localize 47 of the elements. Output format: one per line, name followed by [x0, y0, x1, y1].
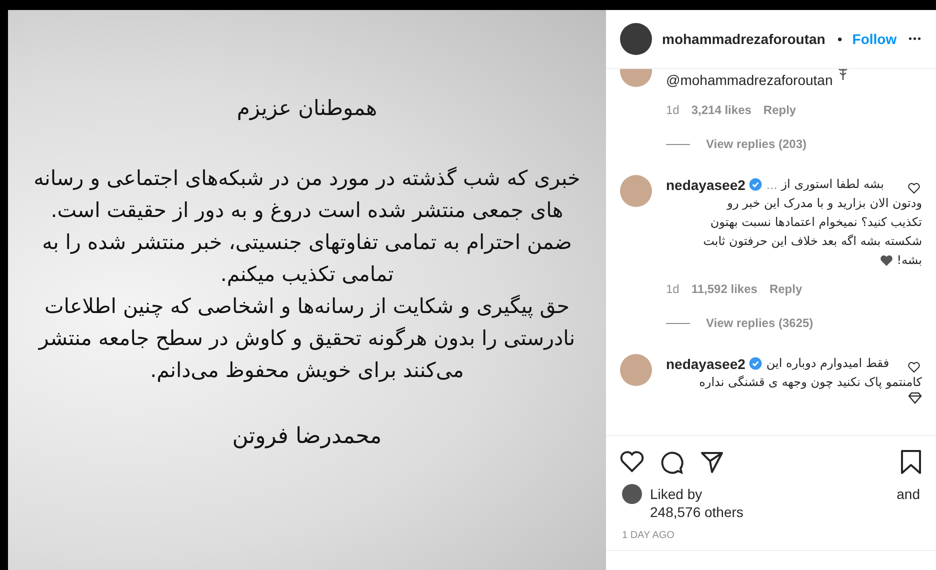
like-icon[interactable] — [908, 183, 920, 194]
flower-icon — [836, 69, 849, 81]
reply-button[interactable]: Reply — [769, 282, 802, 296]
letter-line: نادرستی را بدون هرگونه تحقیق و کاوش در سطح جامعه منتشر — [38, 325, 576, 352]
liked-by-joiner: and — [896, 486, 920, 502]
comment-time: 1d — [666, 103, 680, 117]
separator-dot: • — [837, 31, 842, 47]
letter-heading: هموطنان عزیزم — [236, 96, 378, 120]
heart-icon — [880, 254, 893, 266]
comment-text: بشه لطفا استوری از — [781, 176, 884, 193]
liked-by-label: Liked by — [650, 486, 702, 502]
letter-line: می‌کنند برای خویش محفوظ می‌دانم. — [150, 357, 464, 384]
username-link[interactable]: mohammadrezaforoutan — [662, 31, 826, 47]
comment-text: شکسته بشه اگه بعد خلاف این حرفتون ثابت — [703, 233, 922, 250]
comment-username[interactable]: nedayasee2 — [666, 176, 746, 192]
follow-button[interactable]: Follow — [852, 31, 897, 47]
letter-line: تمامی تکذیب میکنم. — [220, 261, 394, 288]
like-icon[interactable] — [620, 451, 644, 473]
comment-likes[interactable]: 11,592 likes — [691, 282, 758, 296]
letter-line: خبری که شب گذشته در مورد من در شبکه‌های اجتماعی و رسانه — [34, 165, 580, 192]
reply-button[interactable]: Reply — [763, 103, 796, 117]
comment-time: 1d — [666, 282, 680, 296]
avatar[interactable] — [620, 23, 652, 55]
bookmark-icon[interactable] — [900, 450, 922, 474]
comment-text: ودتون الان بزارید و با مدرک این خبر رو — [727, 195, 922, 212]
mention-link[interactable]: @mohammadrezaforoutan — [666, 69, 833, 91]
comment-text: تکذیب کنید؟ نمیخوام اعتمادها نسبت بهتون — [710, 214, 922, 231]
view-replies-button[interactable]: View replies (3625) — [706, 316, 814, 330]
view-replies-button[interactable]: View replies (203) — [706, 137, 806, 151]
letter-line: ضمن احترام به تمامی تفاوتهای جنسیتی، خبر منتشر شده را به — [42, 229, 572, 256]
comment-text: فقط امیدوارم دوباره این — [766, 355, 890, 372]
comment-text: بشه! — [896, 252, 922, 269]
comment-text: کامنتمو پاک نکنید چون وجهه ی قشنگی نداره — [699, 374, 922, 391]
letter-signature: محمدرضا فروتن — [232, 424, 382, 449]
truncation-mark: ... — [766, 177, 778, 192]
comment-icon[interactable] — [660, 450, 684, 474]
avatar[interactable] — [622, 484, 642, 504]
comment-username[interactable]: nedayasee2 — [666, 356, 746, 372]
more-options-button[interactable]: ••• — [908, 34, 922, 44]
letter-line: های جمعی منتشر شده است دروغ و به دور از حقیقت است. — [50, 197, 564, 224]
post-date: 1 DAY AGO — [606, 520, 936, 551]
like-icon[interactable] — [908, 362, 920, 373]
likes-count[interactable]: 248,576 others — [650, 504, 889, 520]
letter-line: حق پیگیری و شکایت از رسانه‌ها و اشخاصی که چنین اطلاعات — [44, 293, 570, 320]
diamond-icon — [908, 392, 922, 404]
comment-likes[interactable]: 3,214 likes — [691, 103, 752, 117]
share-icon[interactable] — [700, 451, 724, 473]
